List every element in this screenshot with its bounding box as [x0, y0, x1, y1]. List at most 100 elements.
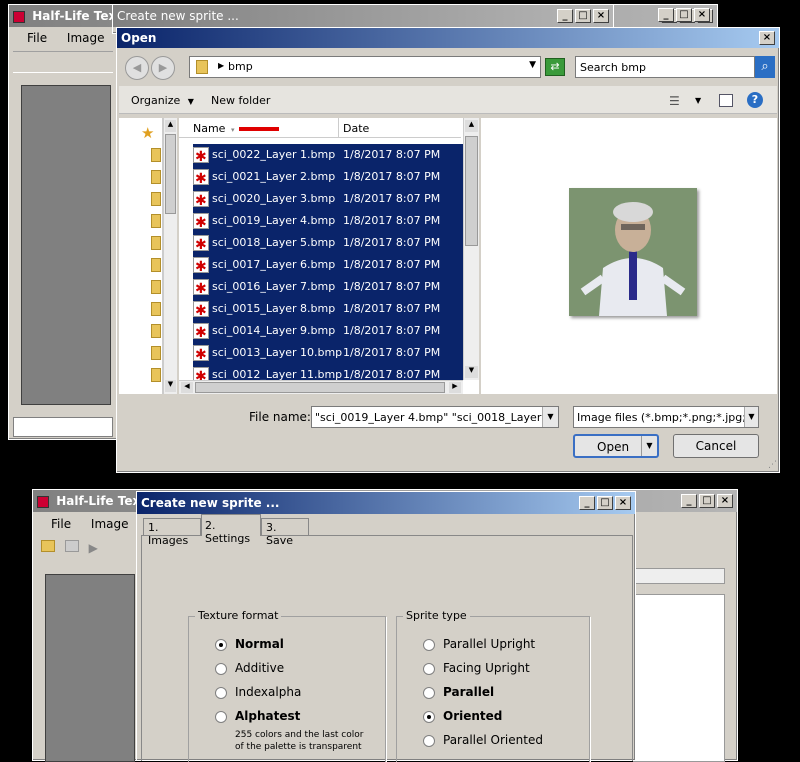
radio-parallel-upright[interactable]: Parallel Upright — [423, 637, 535, 651]
file-row[interactable]: sci_0019_Layer 4.bmp1/8/2017 8:07 PM — [193, 210, 441, 234]
horizontal-scrollbar[interactable]: ◀ ▶ — [179, 380, 463, 394]
folder-icon[interactable] — [151, 368, 161, 382]
file-row[interactable]: sci_0015_Layer 8.bmp1/8/2017 8:07 PM — [193, 298, 441, 322]
radio-parallel-oriented[interactable]: Parallel Oriented — [423, 733, 543, 747]
radio-alphatest[interactable]: Alphatest — [215, 709, 300, 723]
radio-oriented[interactable]: Oriented — [423, 709, 502, 723]
maximize-button[interactable]: □ — [676, 8, 692, 22]
texture-format-label: Texture format — [195, 609, 282, 622]
new-folder-button[interactable]: New folder — [211, 94, 270, 107]
close-button[interactable]: × — [717, 494, 733, 508]
chevron-down-icon[interactable]: ▼ — [529, 60, 536, 70]
folder-icon[interactable] — [151, 258, 161, 272]
radio-button[interactable] — [215, 710, 227, 723]
column-header-name[interactable]: Name ▾ — [179, 118, 339, 138]
file-row[interactable]: sci_0017_Layer 6.bmp1/8/2017 8:07 PM — [193, 254, 441, 278]
radio-button[interactable] — [215, 662, 227, 675]
radio-button[interactable] — [423, 638, 435, 651]
file-row[interactable]: sci_0013_Layer 10.bmp1/8/2017 8:07 PM — [193, 342, 441, 366]
minimize-button[interactable]: _ — [579, 496, 595, 510]
folder-icon[interactable] — [151, 324, 161, 338]
folder-icon[interactable] — [151, 214, 161, 228]
menu-file[interactable]: File — [27, 31, 47, 45]
tab-images[interactable]: 1. Images — [143, 518, 201, 547]
search-input[interactable]: Search bmp — [575, 56, 755, 78]
maximize-button[interactable]: □ — [575, 9, 591, 23]
copy-icon[interactable] — [64, 540, 79, 552]
folder-icon[interactable] — [151, 302, 161, 316]
file-row[interactable]: sci_0021_Layer 2.bmp1/8/2017 8:07 PM — [193, 166, 441, 190]
chevron-down-icon[interactable]: ▼ — [695, 96, 701, 105]
file-type-select[interactable]: Image files (*.bmp;*.png;*.jpg;* ▼ — [573, 406, 759, 428]
close-button[interactable]: × — [593, 9, 609, 23]
address-bar[interactable]: ▶ bmp ▼ — [189, 56, 541, 78]
redaction-mark — [239, 127, 279, 131]
minimize-button[interactable]: _ — [557, 9, 573, 23]
vertical-scrollbar[interactable]: ▲ ▼ — [463, 118, 479, 380]
folder-icon[interactable] — [151, 192, 161, 206]
open-button[interactable]: Open ▼ — [573, 434, 659, 458]
resize-grip[interactable]: ⋰ — [768, 460, 777, 470]
folder-icon[interactable] — [151, 148, 161, 162]
organize-button[interactable]: Organize ▼ — [131, 94, 194, 107]
file-row[interactable]: sci_0018_Layer 5.bmp1/8/2017 8:07 PM — [193, 232, 441, 256]
create-sprite-title: Create new sprite ... — [141, 496, 280, 510]
folder-icon[interactable] — [151, 346, 161, 360]
open-file-icon[interactable] — [41, 540, 55, 552]
menu-image[interactable]: Image — [67, 31, 105, 45]
preview-thumbnail — [569, 188, 697, 316]
bmp-file-icon — [193, 344, 209, 366]
radio-button[interactable] — [215, 686, 227, 699]
radio-indexalpha[interactable]: Indexalpha — [215, 685, 301, 699]
radio-button[interactable] — [423, 734, 435, 747]
right-panel-list — [633, 594, 725, 762]
radio-facing-upright[interactable]: Facing Upright — [423, 661, 530, 675]
search-icon[interactable]: ⌕ — [755, 56, 775, 78]
menu-image[interactable]: Image — [91, 517, 129, 531]
nav-pane-scrollbar[interactable]: ▲ ▼ — [163, 118, 177, 394]
view-list-icon[interactable]: ☰ — [669, 94, 680, 108]
close-button[interactable]: × — [759, 31, 775, 45]
star-icon[interactable]: ★ — [141, 124, 154, 142]
radio-additive[interactable]: Additive — [215, 661, 284, 675]
file-row[interactable]: sci_0012_Layer 11.bmp1/8/2017 8:07 PM — [193, 364, 441, 380]
file-name-input[interactable]: "sci_0019_Layer 4.bmp" "sci_0018_Layer 5… — [311, 406, 559, 428]
play-icon[interactable]: ▶ — [89, 541, 98, 555]
split-dropdown[interactable]: ▼ — [641, 436, 657, 456]
file-row[interactable]: sci_0016_Layer 7.bmp1/8/2017 8:07 PM — [193, 276, 441, 300]
menu-file[interactable]: File — [51, 517, 71, 531]
file-row[interactable]: sci_0022_Layer 1.bmp1/8/2017 8:07 PM — [193, 144, 441, 168]
help-icon[interactable]: ? — [747, 92, 763, 108]
refresh-button[interactable]: ⇄ — [545, 58, 565, 76]
back-button[interactable]: ◀ — [125, 56, 149, 80]
radio-button[interactable] — [215, 638, 227, 651]
maximize-button[interactable]: □ — [699, 494, 715, 508]
forward-button[interactable]: ▶ — [151, 56, 175, 80]
right-panel-header — [633, 568, 725, 584]
radio-button[interactable] — [423, 710, 435, 723]
radio-normal[interactable]: Normal — [215, 637, 284, 651]
file-row[interactable]: sci_0014_Layer 9.bmp1/8/2017 8:07 PM — [193, 320, 441, 344]
file-row[interactable]: sci_0020_Layer 3.bmp1/8/2017 8:07 PM — [193, 188, 441, 212]
close-button[interactable]: × — [615, 496, 631, 510]
radio-parallel[interactable]: Parallel — [423, 685, 494, 699]
maximize-button[interactable]: □ — [597, 496, 613, 510]
minimize-button[interactable]: _ — [658, 8, 674, 22]
minimize-button[interactable]: _ — [681, 494, 697, 508]
folder-icon[interactable] — [151, 236, 161, 250]
canvas-area — [45, 574, 135, 762]
column-header-date[interactable]: Date — [339, 118, 461, 138]
radio-button[interactable] — [423, 686, 435, 699]
folder-icon[interactable] — [151, 280, 161, 294]
close-button[interactable]: × — [694, 8, 710, 22]
bmp-file-icon — [193, 256, 209, 278]
preview-pane-icon[interactable] — [719, 94, 733, 107]
chevron-down-icon[interactable]: ▼ — [542, 407, 558, 427]
tab-save[interactable]: 3. Save — [261, 518, 309, 547]
folder-icon[interactable] — [151, 170, 161, 184]
tab-settings[interactable]: 2. Settings — [201, 514, 261, 545]
cancel-button[interactable]: Cancel — [673, 434, 759, 458]
navigation-pane: ★ — [119, 118, 163, 394]
radio-button[interactable] — [423, 662, 435, 675]
breadcrumb-arrow-icon: ▶ — [218, 61, 225, 70]
